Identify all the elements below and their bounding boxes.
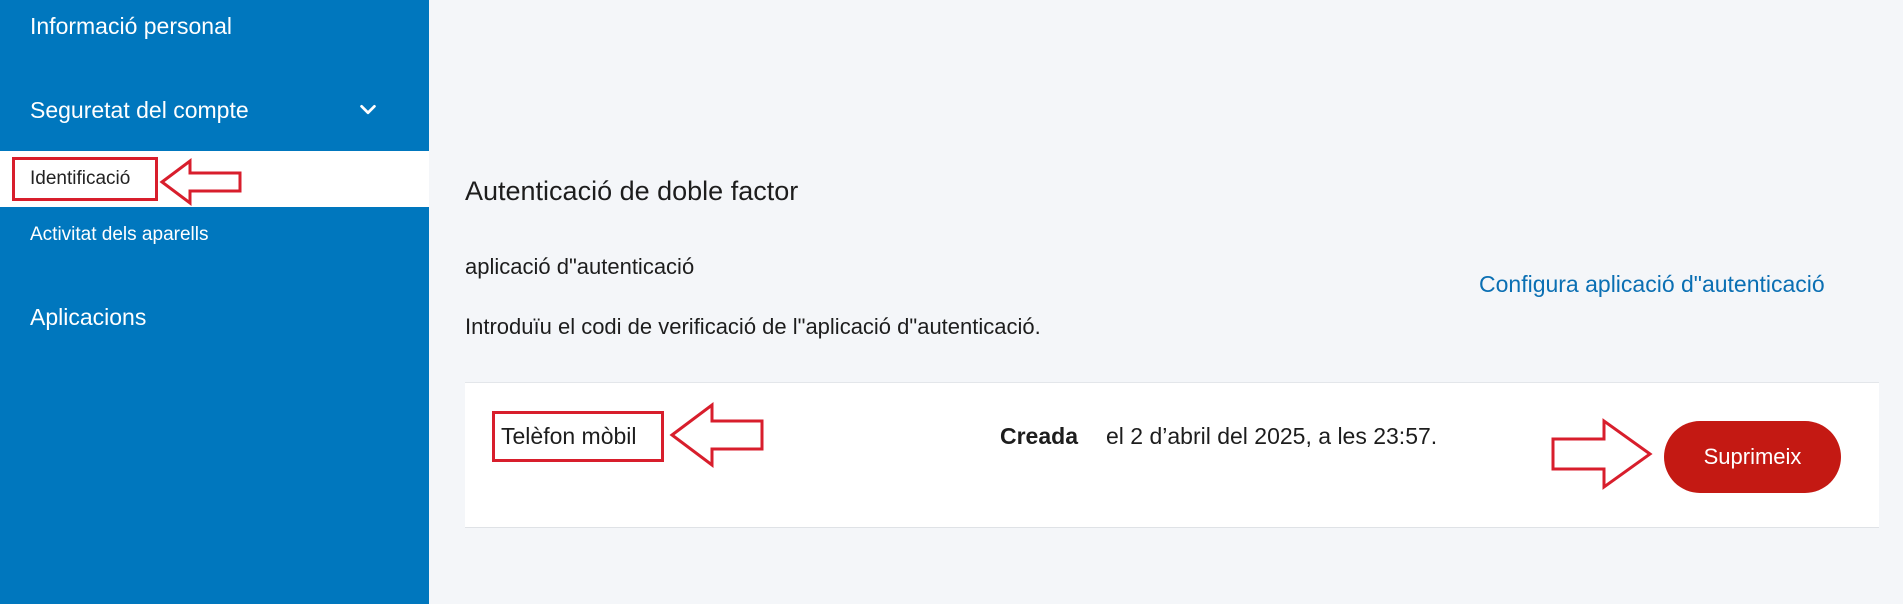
device-name: Telèfon mòbil — [501, 423, 637, 449]
sidebar-item-identification[interactable]: Identificació — [0, 151, 429, 207]
sidebar-item-label: Informació personal — [30, 12, 232, 39]
sidebar-item-label: Identificació — [30, 168, 131, 189]
sidebar-item-label: Seguretat del compte — [30, 96, 249, 123]
sidebar: Informació personal Seguretat del compte… — [0, 0, 429, 604]
sidebar-item-applications[interactable]: Aplicacions — [0, 295, 429, 339]
page-title: Autenticació de doble factor — [465, 176, 799, 206]
sidebar-item-label: Activitat dels aparells — [30, 224, 209, 245]
device-card: Telèfon mòbil Creada el 2 d’abril del 20… — [465, 382, 1879, 528]
created-date: el 2 d’abril del 2025, a les 23:57. — [1106, 423, 1438, 449]
sidebar-item-personal-info[interactable]: Informació personal — [0, 0, 429, 52]
sidebar-item-account-security[interactable]: Seguretat del compte — [0, 82, 429, 138]
chevron-down-icon — [360, 104, 376, 115]
created-label: Creada — [1000, 423, 1078, 449]
sidebar-item-label: Aplicacions — [30, 303, 147, 330]
auth-method-name: aplicació d"autenticació — [465, 254, 695, 279]
instructions-text: Introduïu el codi de verificació de l"ap… — [465, 314, 1041, 339]
sidebar-item-device-activity[interactable]: Activitat dels aparells — [0, 218, 429, 252]
app-root: Informació personal Seguretat del compte… — [0, 0, 1903, 604]
configure-auth-app-link[interactable]: Configura aplicació d"autenticació — [1479, 271, 1825, 298]
main-content: Autenticació de doble factor aplicació d… — [429, 0, 1903, 604]
delete-button[interactable]: Suprimeix — [1664, 421, 1841, 493]
